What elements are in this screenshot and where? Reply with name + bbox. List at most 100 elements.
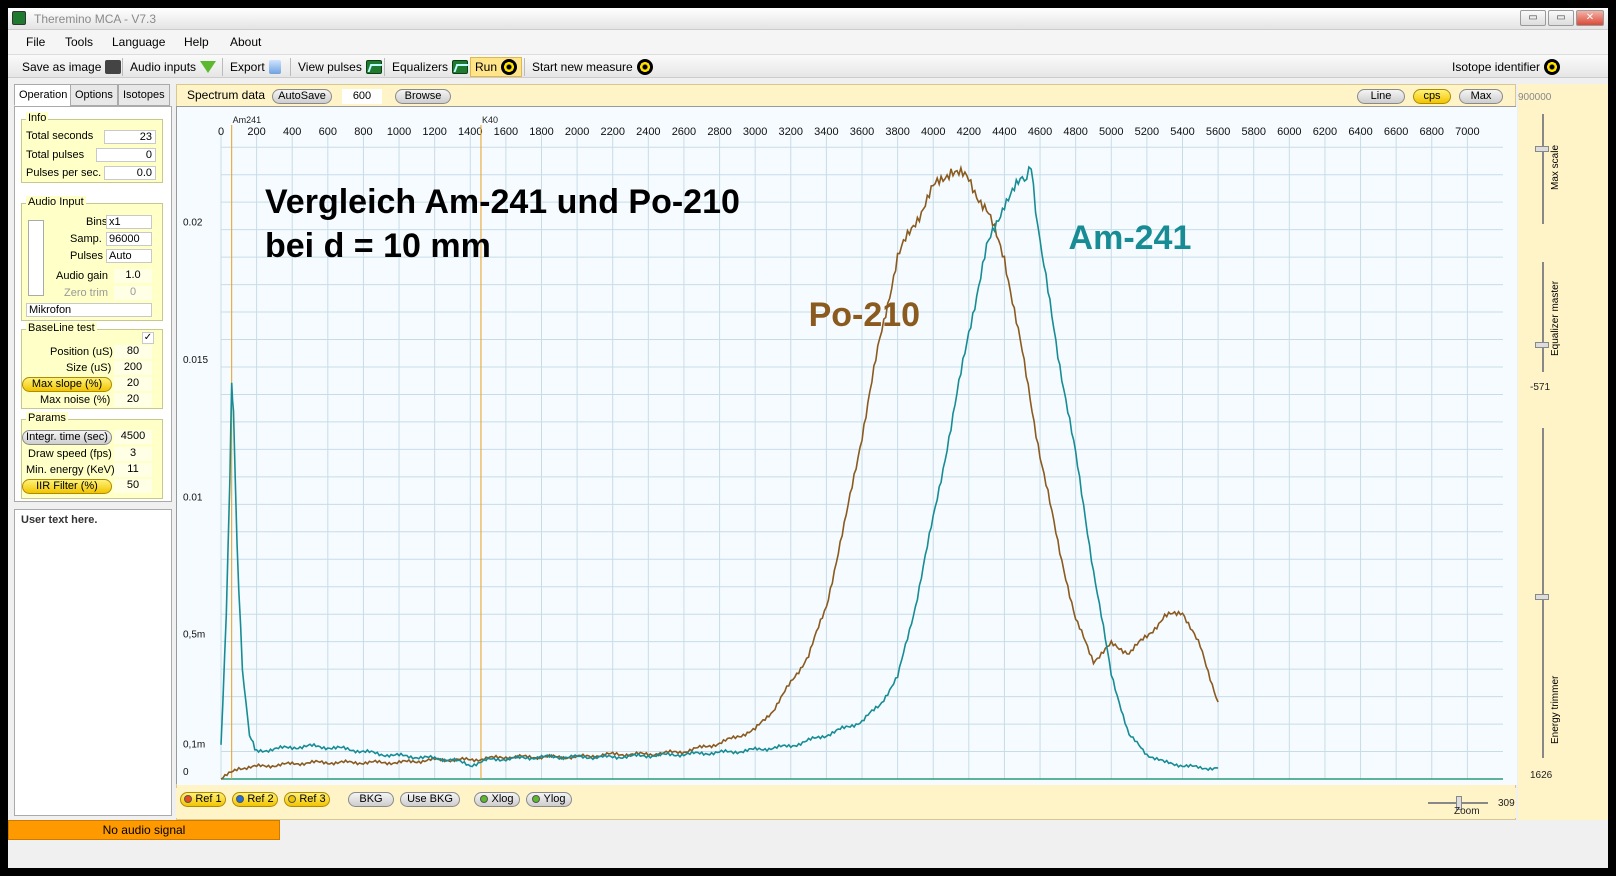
chart-subtitle: bei d = 10 mm	[265, 227, 491, 265]
cps-button[interactable]: cps	[1413, 89, 1451, 104]
integr-time-button[interactable]: Integr. time (sec)	[22, 430, 112, 445]
x-tick-label: 200	[247, 126, 265, 138]
draw-speed-value[interactable]: 3	[114, 447, 152, 461]
ref2-button[interactable]: Ref 2	[232, 792, 278, 807]
max-slope-button[interactable]: Max slope (%)	[22, 377, 112, 392]
position-value[interactable]: 80	[114, 345, 152, 359]
save-as-image-label: Save as image	[22, 60, 102, 74]
y-tick-label: 0.02	[183, 218, 203, 229]
close-button[interactable]: ✕	[1576, 10, 1604, 26]
left-tabs: Operation Options Isotopes	[12, 84, 172, 106]
size-label: Size (uS)	[66, 362, 112, 374]
max-noise-value[interactable]: 20	[114, 393, 152, 407]
menu-about[interactable]: About	[230, 35, 261, 49]
export-button[interactable]: Export	[226, 57, 285, 77]
use-bkg-button[interactable]: Use BKG	[400, 792, 460, 807]
min-energy-value[interactable]: 11	[114, 463, 152, 477]
start-new-measure-button[interactable]: Start new measure	[528, 57, 657, 77]
y-tick-label: 0.015	[183, 355, 208, 366]
save-as-image-button[interactable]: Save as image	[18, 57, 125, 77]
right-side-panel: 900000 Max scale Equalizer master -571 E…	[1518, 84, 1608, 820]
equalizers-button[interactable]: Equalizers	[388, 57, 472, 77]
autosave-interval-input[interactable]: 600	[342, 89, 382, 104]
x-tick-label: 6200	[1313, 126, 1337, 138]
x-tick-label: 5800	[1241, 126, 1265, 138]
title-bar: Theremino MCA - V7.3 ▭ ▭ ✕	[8, 8, 1608, 30]
minimize-button[interactable]: ▭	[1520, 10, 1546, 26]
tab-isotopes[interactable]: Isotopes	[118, 84, 170, 106]
audio-device-select[interactable]: Mikrofon	[26, 303, 152, 317]
energy-trimmer-slider[interactable]	[1542, 428, 1544, 758]
export-icon	[268, 60, 281, 74]
autosave-button[interactable]: AutoSave	[272, 89, 332, 104]
bins-select[interactable]: x1	[106, 215, 152, 229]
menu-tools[interactable]: Tools	[65, 35, 93, 49]
ylog-button[interactable]: Ylog	[526, 792, 572, 807]
zoom-control[interactable]: Zoom 309	[1428, 790, 1518, 817]
total-pulses-value: 0	[96, 148, 156, 162]
max-button[interactable]: Max	[1459, 89, 1503, 104]
ref1-button[interactable]: Ref 1	[180, 792, 226, 807]
menu-bar: File Tools Language Help About	[8, 30, 1608, 54]
bkg-button[interactable]: BKG	[348, 792, 394, 807]
x-tick-label: 2000	[565, 126, 589, 138]
x-tick-label: 1400	[458, 126, 482, 138]
integr-time-value[interactable]: 4500	[114, 430, 152, 444]
menu-help[interactable]: Help	[184, 35, 209, 49]
x-tick-label: 4800	[1063, 126, 1087, 138]
x-tick-label: 1600	[494, 126, 518, 138]
ref3-dot-icon	[288, 795, 297, 803]
y-tick-label: 0.01	[183, 492, 203, 503]
baseline-group: BaseLine test ✓ Position (uS) 80 Size (u…	[21, 322, 163, 409]
iir-filter-button[interactable]: IIR Filter (%)	[22, 479, 112, 494]
tab-options[interactable]: Options	[70, 84, 118, 106]
tab-operation[interactable]: Operation	[14, 84, 73, 106]
view-pulses-button[interactable]: View pulses	[294, 57, 386, 77]
draw-speed-label: Draw speed (fps)	[28, 448, 112, 460]
camera-icon	[105, 60, 122, 74]
isotope-marker-label: K40	[482, 115, 498, 125]
x-tick-label: 2200	[600, 126, 624, 138]
params-group: Params Integr. time (sec) 4500 Draw spee…	[21, 412, 163, 499]
radiation-icon	[501, 59, 518, 75]
max-scale-slider[interactable]	[1542, 114, 1544, 224]
iir-filter-value[interactable]: 50	[114, 479, 152, 493]
x-tick-label: 7000	[1455, 126, 1479, 138]
isotope-identifier-label: Isotope identifier	[1452, 60, 1541, 74]
max-scale-knob[interactable]	[1535, 146, 1549, 152]
zero-trim-value[interactable]: 0	[114, 286, 152, 300]
pulses-select[interactable]: Auto	[106, 249, 152, 263]
ref3-button[interactable]: Ref 3	[284, 792, 330, 807]
equalizer-chart-icon	[452, 60, 469, 74]
maximize-button[interactable]: ▭	[1548, 10, 1574, 26]
export-label: Export	[230, 60, 265, 74]
ref2-label: Ref 2	[247, 793, 274, 805]
run-button[interactable]: Run	[470, 57, 523, 77]
audio-inputs-button[interactable]: Audio inputs	[126, 57, 220, 77]
audio-gain-label: Audio gain	[56, 270, 108, 282]
xlog-dot-icon	[480, 795, 489, 803]
x-tick-label: 1800	[529, 126, 553, 138]
xlog-button[interactable]: Xlog	[474, 792, 520, 807]
x-tick-label: 1000	[387, 126, 411, 138]
x-tick-label: 4400	[992, 126, 1016, 138]
samp-select[interactable]: 96000	[106, 232, 152, 246]
browse-button[interactable]: Browse	[395, 89, 451, 104]
line-button[interactable]: Line	[1357, 89, 1405, 104]
max-slope-value[interactable]: 20	[114, 377, 152, 391]
equalizer-master-knob[interactable]	[1535, 342, 1549, 348]
green-arrow-icon	[200, 61, 217, 73]
size-value[interactable]: 200	[114, 361, 152, 375]
x-tick-label: 800	[354, 126, 372, 138]
spectrum-chart[interactable]: 0 200 400 600 800 1000 1200 1400 1600 1800 2000 220…	[176, 106, 1517, 785]
isotope-identifier-button[interactable]: Isotope identifier	[1448, 57, 1564, 77]
audio-gain-value[interactable]: 1.0	[114, 269, 152, 283]
equalizer-master-slider[interactable]	[1542, 262, 1544, 372]
menu-language[interactable]: Language	[112, 35, 165, 49]
user-text-area[interactable]: User text here.	[14, 509, 172, 816]
chart-bottom-bar: Ref 1 Ref 2 Ref 3 BKG Use BKG Xlog Ylog …	[176, 788, 1516, 818]
baseline-checkbox[interactable]: ✓	[142, 332, 154, 344]
menu-file[interactable]: File	[26, 35, 45, 49]
max-scale-value: 900000	[1518, 92, 1552, 103]
energy-trimmer-knob[interactable]	[1535, 594, 1549, 600]
